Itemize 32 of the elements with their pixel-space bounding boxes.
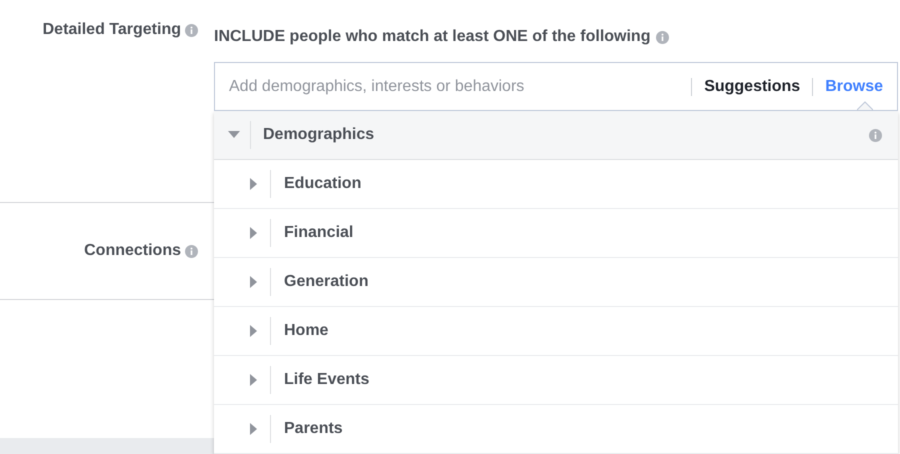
category-header[interactable]: Demographics xyxy=(214,111,898,160)
field-label: Detailed Targeting xyxy=(42,20,181,40)
pointer-notch-icon xyxy=(857,100,873,110)
info-icon xyxy=(185,244,198,258)
subcategory-label: Parents xyxy=(284,419,343,439)
info-icon xyxy=(656,31,670,44)
caret-right-icon[interactable] xyxy=(250,374,258,386)
info-icon xyxy=(869,128,882,142)
tab[interactable]: Browse xyxy=(825,74,883,98)
tab[interactable]: Suggestions xyxy=(704,74,800,98)
subcategory-label: Generation xyxy=(284,272,368,292)
caret-right-icon[interactable] xyxy=(250,227,258,239)
caret-right-icon[interactable] xyxy=(250,325,258,337)
caret-right-icon[interactable] xyxy=(250,423,258,435)
caret-down-icon[interactable] xyxy=(228,131,240,139)
subcategory-label: Education xyxy=(284,174,362,194)
caret-right-icon[interactable] xyxy=(250,178,258,190)
caret-right-icon[interactable] xyxy=(250,276,258,288)
subcategory-label: Life Events xyxy=(284,370,370,390)
info-icon xyxy=(185,24,198,37)
instruction-text: INCLUDE people who match at least ONE of the following xyxy=(214,27,650,47)
subcategory-row[interactable]: Financial xyxy=(214,209,898,258)
search-field[interactable]: Add demographics, interests or behaviors Suggestions Browse xyxy=(214,62,898,111)
subcategory-row[interactable]: Life Events xyxy=(214,356,898,405)
subcategory-row[interactable]: Home xyxy=(214,307,898,356)
subcategory-row[interactable]: Parents xyxy=(214,405,898,454)
subcategory-label: Financial xyxy=(284,223,354,243)
field-label: Connections xyxy=(84,241,181,261)
subcategory-label: Home xyxy=(284,321,328,341)
category-label: Demographics xyxy=(263,125,376,145)
subcategory-row[interactable]: Generation xyxy=(214,258,898,307)
subcategory-row[interactable]: Education xyxy=(214,160,898,209)
